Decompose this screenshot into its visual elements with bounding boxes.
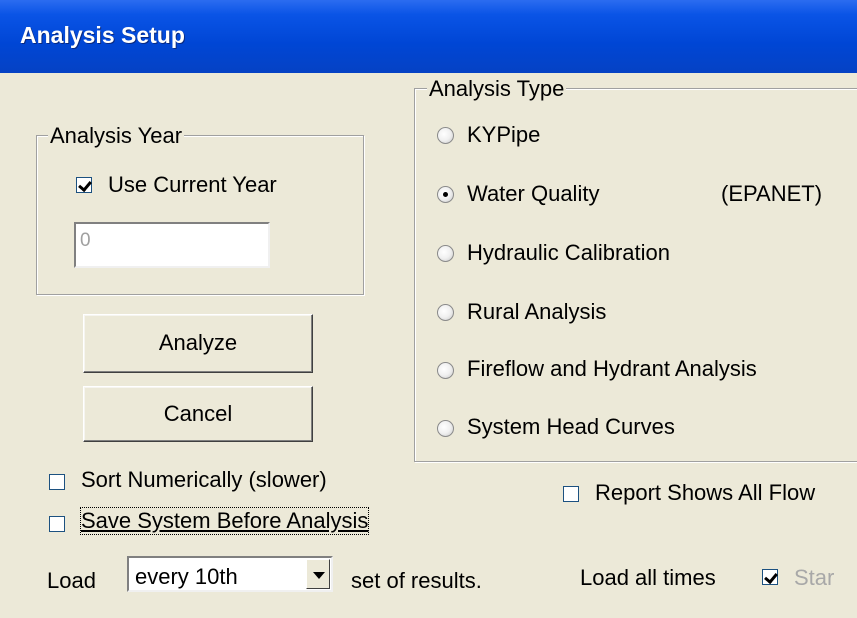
- radio-hydraulic-calibration[interactable]: [437, 245, 454, 262]
- load-frequency-value: every 10th: [135, 564, 238, 589]
- radio-rural-analysis-label[interactable]: Rural Analysis: [467, 299, 606, 325]
- load-all-times-checkbox[interactable]: [762, 569, 778, 585]
- radio-kypipe-label[interactable]: KYPipe: [467, 122, 540, 148]
- radio-water-quality-label[interactable]: Water Quality: [467, 181, 599, 207]
- window-title: Analysis Setup: [20, 22, 185, 48]
- use-current-year-checkbox[interactable]: [76, 177, 92, 193]
- title-bar[interactable]: Analysis Setup: [0, 0, 857, 73]
- start-label: Star: [794, 565, 835, 590]
- radio-hydraulic-calibration-label[interactable]: Hydraulic Calibration: [467, 240, 670, 266]
- radio-fireflow-label[interactable]: Fireflow and Hydrant Analysis: [467, 356, 757, 382]
- chevron-down-icon[interactable]: [306, 559, 330, 589]
- epanet-note: (EPANET): [721, 181, 823, 206]
- report-all-flows-checkbox[interactable]: [563, 486, 579, 502]
- analysis-type-legend: Analysis Type: [427, 76, 567, 102]
- analyze-button-label: Analyze: [158, 330, 238, 355]
- sort-numerically-label[interactable]: Sort Numerically (slower): [81, 467, 327, 493]
- load-suffix-label: set of results.: [351, 568, 482, 593]
- load-frequency-select[interactable]: every 10th: [127, 556, 333, 592]
- radio-kypipe[interactable]: [437, 127, 454, 144]
- year-input[interactable]: 0: [74, 222, 270, 268]
- analysis-year-legend: Analysis Year: [48, 123, 185, 149]
- radio-system-head-curves[interactable]: [437, 420, 454, 437]
- sort-numerically-checkbox[interactable]: [49, 474, 65, 490]
- report-all-flows-label[interactable]: Report Shows All Flow: [595, 480, 815, 506]
- radio-rural-analysis[interactable]: [437, 304, 454, 321]
- save-system-label[interactable]: Save System Before Analysis: [79, 507, 370, 535]
- load-all-times-label[interactable]: Load all times: [580, 565, 716, 591]
- analysis-year-group: [36, 135, 364, 295]
- radio-water-quality[interactable]: [437, 186, 454, 203]
- save-system-checkbox[interactable]: [49, 516, 65, 532]
- load-prefix-label: Load: [47, 568, 96, 593]
- use-current-year-label[interactable]: Use Current Year: [108, 172, 277, 198]
- cancel-button[interactable]: Cancel: [83, 386, 313, 442]
- radio-system-head-curves-label[interactable]: System Head Curves: [467, 414, 675, 440]
- radio-fireflow[interactable]: [437, 362, 454, 379]
- cancel-button-label: Cancel: [163, 401, 233, 426]
- analyze-button[interactable]: Analyze: [83, 314, 313, 373]
